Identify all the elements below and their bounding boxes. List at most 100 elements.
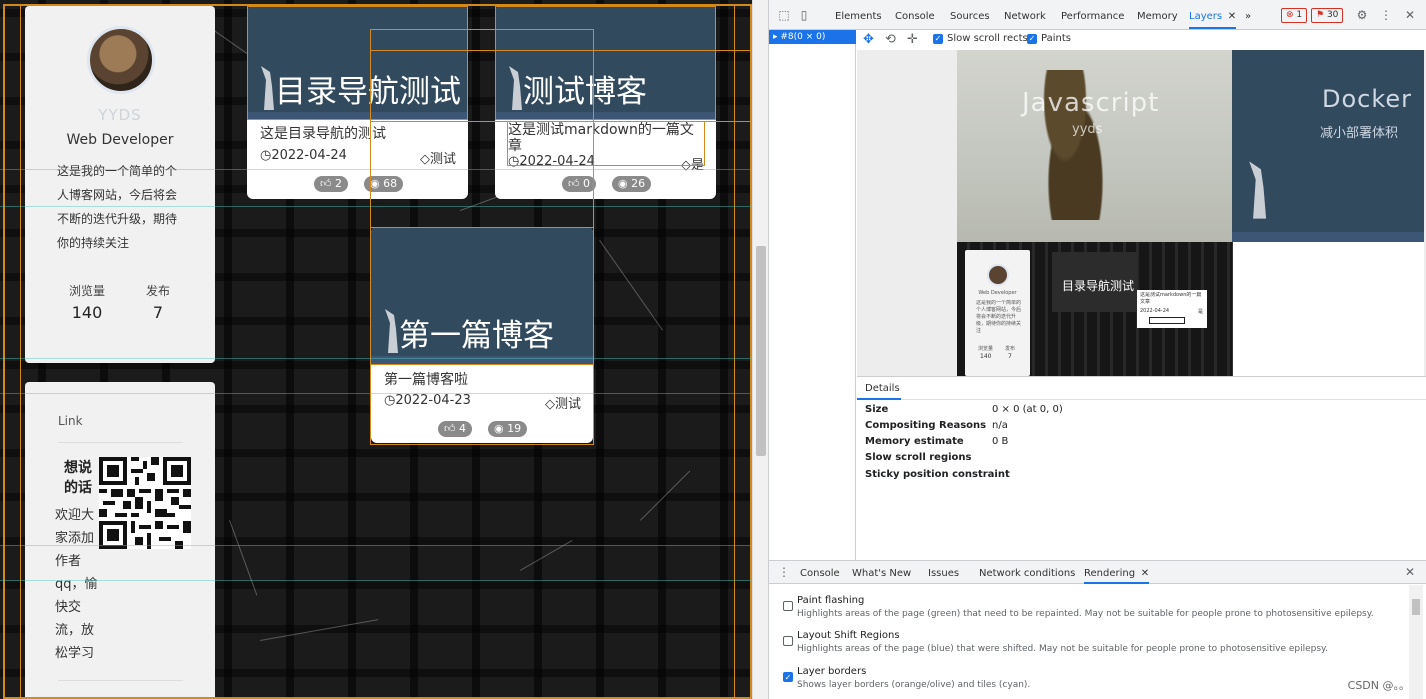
rabbit-logo-icon [1249,161,1267,219]
post-tag[interactable]: ◇测试 [545,393,581,412]
error-badge[interactable]: ⊗ 1 [1281,8,1308,23]
tab-details[interactable]: Details [865,383,900,394]
details-value: n/a [992,420,1008,431]
devtools-panel: ⬚ ▯ Elements Console Sources Network Per… [768,0,1426,699]
layer-tree-row[interactable]: ▸ #8(0 × 0) [769,30,856,44]
drawer-menu-icon[interactable]: ⋮ [777,565,791,579]
devtools-tabbar: ⬚ ▯ Elements Console Sources Network Per… [769,0,1426,30]
tab-sources[interactable]: Sources [950,0,990,29]
rendering-scrollbar[interactable] [1409,585,1423,699]
like-count-text: 4 [459,422,466,435]
post-desc[interactable]: 第一篇博客啦 [384,369,468,389]
tag-icon: ◇ [419,152,430,167]
drawer-tab-rendering[interactable]: Rendering ✕ [1084,561,1150,586]
tab-layers[interactable]: Layers ✕ [1189,0,1237,29]
view-count: ◉ 68 [364,176,404,192]
post-cover: 目录导航测试 [247,6,468,120]
mini-card-date: 2022-04-24 [1140,308,1170,314]
like-count[interactable]: 👍︎ 2 [314,176,348,192]
cover-band [1232,232,1424,242]
layers-3d-view[interactable]: Javascript yyds Docker 减小部署体积 Web Develo… [857,50,1426,376]
rendering-option-desc: Highlights areas of the page (blue) that… [797,644,1328,654]
close-devtools-icon[interactable]: ✕ [1403,8,1417,22]
paints-checkbox[interactable]: ✓ [1027,34,1037,44]
post-tag-text: 测试 [429,152,456,167]
mini-role: Web Developer [978,290,1017,296]
tab-memory[interactable]: Memory [1137,0,1178,29]
post-cover-title: 测试博客 [523,74,647,110]
details-tabbar: Details [857,376,1426,400]
post-desc[interactable]: 这是测试markdown的一篇文章 [508,122,704,154]
mini-card-tag: 是 [1197,309,1203,315]
scrollbar-thumb[interactable] [756,246,766,456]
gear-icon[interactable]: ⚙ [1355,8,1369,22]
cover-band [495,112,716,120]
drawer-tab-whats-new[interactable]: What's New [852,561,911,584]
thumbs-up-icon: 👍︎ [444,422,459,435]
layers-toolbar: ✥ ⟲ ✛ ✓ Slow scroll rects ✓ Paints [857,30,1426,50]
like-count[interactable]: 👍︎ 4 [438,421,472,437]
slow-scroll-checkbox[interactable]: ✓ [933,34,943,44]
close-icon[interactable]: ✕ [1228,0,1236,34]
tag-icon: ◇ [680,158,691,173]
more-tabs-button[interactable]: » [1245,0,1251,29]
thumbnail-title: Docker [1322,85,1413,113]
thumbs-up-icon: 👍︎ [568,177,583,190]
reset-transform-icon[interactable]: ✛ [907,32,918,47]
details-key: Compositing Reasons [865,420,987,431]
post-tag[interactable]: ◇测试 [420,148,456,167]
mini-layer-box [1149,317,1185,324]
scrollbar-thumb[interactable] [1412,599,1420,615]
tab-network[interactable]: Network [1004,0,1046,29]
post-desc[interactable]: 这是目录导航的测试 [260,123,386,143]
drawer-tab-network-conditions[interactable]: Network conditions [979,561,1075,584]
paints-label: Paints [1041,33,1071,44]
tab-performance[interactable]: Performance [1061,0,1124,29]
like-count[interactable]: 👍︎ 0 [562,176,596,192]
tab-elements[interactable]: Elements [835,0,882,29]
drawer-tabbar: ⋮ Console What's New Issues Network cond… [769,560,1426,584]
mini-card-desc: 这是测试markdown的一篇文章 [1140,292,1202,305]
tile-line [0,358,752,359]
tab-console[interactable]: Console [895,0,935,29]
rabbit-logo-icon [261,66,274,110]
stat-label: 浏览量 [68,284,105,298]
error-icon: ⊗ [1286,10,1294,20]
rotate-mode-icon[interactable]: ⟲ [885,32,896,47]
qr-caption: 想说的话 [64,460,92,496]
warning-badge[interactable]: ⚑ 30 [1311,8,1344,23]
drawer-tab-console[interactable]: Console [800,561,840,584]
post-tag[interactable]: ◇是 [681,154,704,173]
drawer-tab-issues[interactable]: Issues [928,561,959,584]
layer-borders-checkbox[interactable]: ✓ [783,672,793,682]
avatar[interactable] [87,26,155,94]
mini-avatar [987,264,1009,286]
watermark-text: CSDN @。。0 [1347,679,1417,692]
thumbnail-subtitle: 减小部署体积 [1320,126,1399,141]
post-date: ◷2022-04-23 [384,393,471,408]
error-count: 1 [1296,10,1303,20]
paint-flashing-checkbox[interactable] [783,601,793,611]
pan-mode-icon[interactable]: ✥ [863,32,874,47]
mini-stat-label: 发布 [1005,346,1016,352]
more-options-icon[interactable]: ⋮ [1379,8,1393,22]
post-date-text: 2022-04-24 [271,148,347,163]
post-cover: 第一篇博客 [371,227,593,364]
post-card[interactable]: 测试博客 这是测试markdown的一篇文章 ◷2022-04-24 ◇是 👍︎… [495,6,716,199]
eye-icon: ◉ [494,422,508,435]
qr-code [99,457,191,549]
tag-icon: ◇ [544,397,555,412]
close-drawer-icon[interactable]: ✕ [1403,565,1417,579]
mini-stat-value: 140 [980,353,992,360]
post-tag-text: 是 [690,158,704,173]
post-card[interactable]: 目录导航测试 这是目录导航的测试 ◷2022-04-24 ◇测试 👍︎ 2 ◉ … [247,6,468,199]
details-value: 0 B [992,436,1009,447]
device-toolbar-icon[interactable]: ▯ [797,8,811,22]
page-scrollbar[interactable] [752,0,768,699]
close-icon[interactable]: ✕ [1141,561,1149,586]
inspect-element-icon[interactable]: ⬚ [777,8,791,22]
page-viewport: YYDS Web Developer 这是我的一个简单的个人博客网站，今后将会不… [0,0,768,699]
layout-shift-checkbox[interactable] [783,636,793,646]
post-card[interactable]: 第一篇博客 第一篇博客啦 ◷2022-04-23 ◇测试 👍︎ 4 ◉ 19 [371,227,593,443]
details-key: Memory estimate [865,436,964,447]
